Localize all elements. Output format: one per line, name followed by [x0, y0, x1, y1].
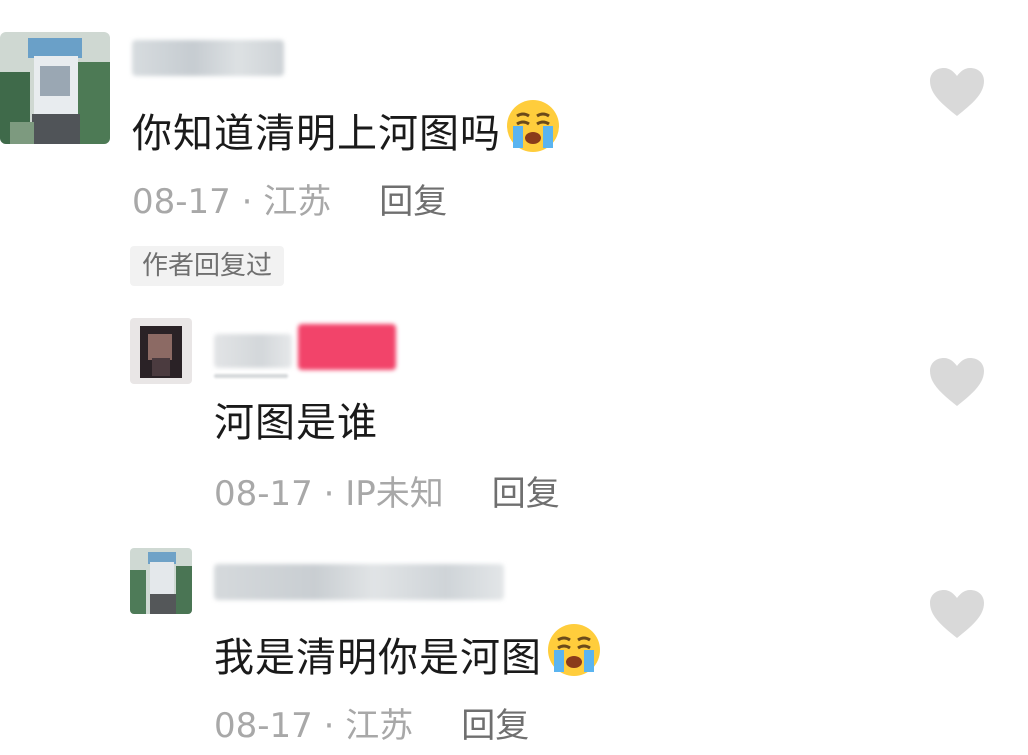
comment-meta: 08-17 · 江苏 回复: [214, 706, 529, 746]
comment-thread: 你知道清明上河图吗 08-17 · 江苏 回复 作者回复过 河图是谁 08-17…: [0, 0, 1028, 755]
comment-meta: 08-17 · IP未知 回复: [214, 474, 560, 514]
comment-location: 江苏: [263, 182, 332, 222]
reply-button[interactable]: 回复: [379, 182, 447, 222]
author-tag-blurred: [298, 324, 396, 370]
user-avatar[interactable]: [130, 318, 192, 384]
comment-text: 河图是谁: [214, 398, 378, 448]
reply-button[interactable]: 回复: [461, 706, 529, 746]
crying-face-icon: [505, 98, 561, 166]
like-heart-icon[interactable]: [928, 66, 986, 122]
username-blurred[interactable]: [132, 40, 284, 76]
crying-face-icon: [546, 622, 602, 690]
username-blurred[interactable]: [214, 334, 292, 368]
like-heart-icon[interactable]: [928, 588, 986, 644]
comment-date: 08-17: [214, 706, 313, 746]
meta-separator: ·: [312, 474, 346, 514]
user-avatar[interactable]: [130, 548, 192, 614]
username-blurred[interactable]: [214, 564, 504, 600]
meta-separator: ·: [312, 706, 346, 746]
comment-meta: 08-17 · 江苏 回复: [132, 182, 447, 222]
comment-body: 河图是谁: [214, 400, 378, 446]
user-avatar[interactable]: [0, 32, 110, 144]
comment-location: IP未知: [345, 474, 444, 514]
comment-date: 08-17: [132, 182, 231, 222]
avatar-image: [130, 318, 192, 384]
comment-text: 我是清明你是河图: [214, 624, 602, 690]
comment-body: 你知道清明上河图吗: [132, 111, 501, 157]
comment-date: 08-17: [214, 474, 313, 514]
avatar-image: [130, 548, 192, 614]
comment-location: 江苏: [345, 706, 414, 746]
comment-text: 你知道清明上河图吗: [132, 100, 561, 166]
comment-body: 我是清明你是河图: [214, 635, 542, 681]
like-heart-icon[interactable]: [928, 356, 986, 412]
avatar-image: [0, 32, 110, 144]
username-underline: [214, 374, 288, 378]
reply-button[interactable]: 回复: [492, 474, 560, 514]
meta-separator: ·: [230, 182, 264, 222]
author-replied-badge: 作者回复过: [130, 246, 285, 286]
